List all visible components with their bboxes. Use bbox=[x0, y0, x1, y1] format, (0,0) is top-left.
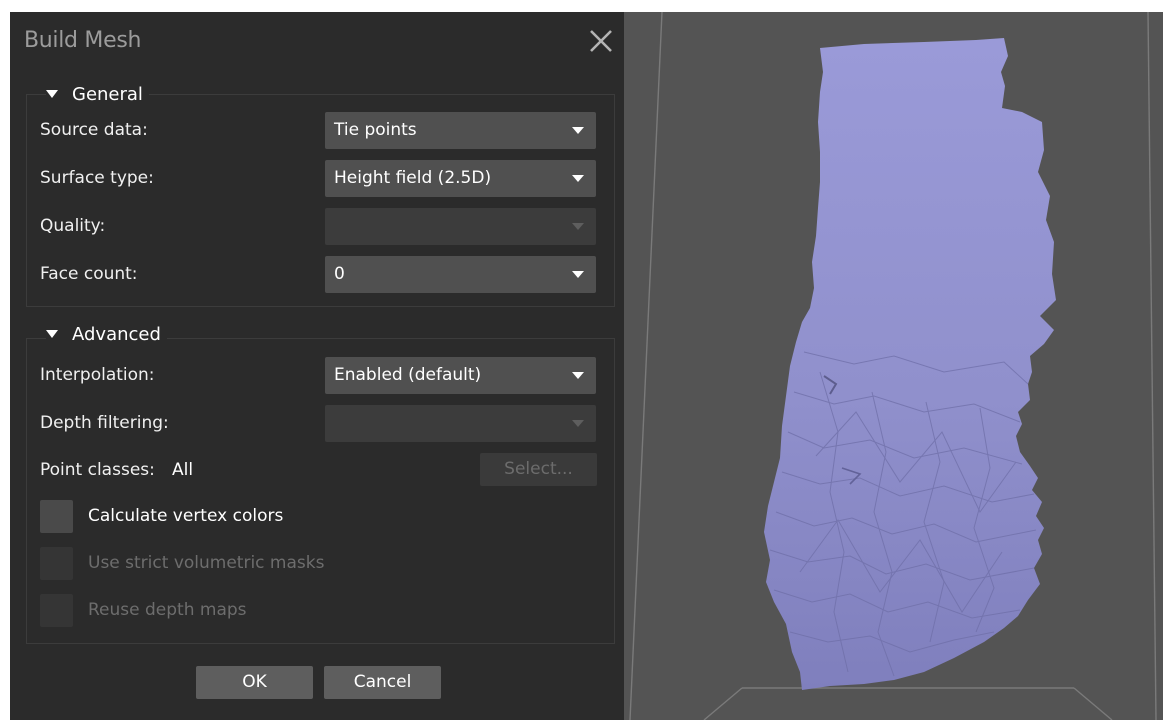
dropdown-arrow-icon bbox=[572, 271, 584, 278]
surface-type-select[interactable]: Height field (2.5D) bbox=[325, 160, 596, 197]
mesh-surface bbox=[764, 38, 1056, 690]
mesh-render bbox=[629, 12, 1157, 720]
advanced-group-title: Advanced bbox=[72, 323, 161, 345]
general-group-title: General bbox=[72, 83, 143, 105]
dropdown-arrow-icon bbox=[572, 175, 584, 182]
point-classes-label: Point classes: bbox=[40, 460, 155, 480]
interpolation-label: Interpolation: bbox=[40, 365, 155, 385]
strict-volumetric-masks-row: Use strict volumetric masks bbox=[40, 545, 324, 581]
face-count-label: Face count: bbox=[40, 264, 138, 284]
cancel-button[interactable]: Cancel bbox=[324, 666, 441, 699]
quality-label: Quality: bbox=[40, 216, 106, 236]
calculate-vertex-colors-label: Calculate vertex colors bbox=[88, 506, 284, 526]
point-classes-value: All bbox=[172, 460, 194, 480]
quality-select bbox=[325, 208, 596, 245]
expand-triangle-icon bbox=[46, 90, 58, 98]
general-group-toggle[interactable]: General bbox=[46, 82, 149, 106]
build-mesh-dialog: Build Mesh General Source data: Tie poin… bbox=[10, 12, 624, 720]
expand-triangle-icon bbox=[46, 330, 58, 338]
depth-filtering-label: Depth filtering: bbox=[40, 413, 169, 433]
calculate-vertex-colors-checkbox[interactable] bbox=[40, 499, 73, 533]
close-icon bbox=[590, 30, 612, 52]
dropdown-arrow-icon bbox=[572, 127, 584, 134]
model-viewport[interactable] bbox=[624, 12, 1163, 720]
dropdown-arrow-icon bbox=[572, 223, 584, 230]
point-classes-select-button: Select... bbox=[480, 453, 597, 486]
source-data-value: Tie points bbox=[334, 120, 417, 140]
dropdown-arrow-icon bbox=[572, 372, 584, 379]
dialog-title: Build Mesh bbox=[24, 28, 142, 53]
depth-filtering-select bbox=[325, 405, 596, 442]
interpolation-select[interactable]: Enabled (default) bbox=[325, 357, 596, 394]
surface-type-value: Height field (2.5D) bbox=[334, 168, 492, 188]
surface-type-label: Surface type: bbox=[40, 168, 154, 188]
strict-volumetric-masks-checkbox bbox=[40, 546, 73, 580]
title-bar[interactable]: Build Mesh bbox=[10, 12, 624, 70]
advanced-group-toggle[interactable]: Advanced bbox=[46, 322, 167, 346]
reuse-depth-maps-checkbox bbox=[40, 593, 73, 627]
interpolation-value: Enabled (default) bbox=[334, 365, 482, 385]
source-data-label: Source data: bbox=[40, 120, 148, 140]
ok-button[interactable]: OK bbox=[196, 666, 313, 699]
close-button[interactable] bbox=[588, 28, 614, 54]
reuse-depth-maps-label: Reuse depth maps bbox=[88, 600, 247, 620]
reuse-depth-maps-row: Reuse depth maps bbox=[40, 592, 247, 628]
strict-volumetric-masks-label: Use strict volumetric masks bbox=[88, 553, 325, 573]
face-count-value: 0 bbox=[334, 264, 345, 284]
dropdown-arrow-icon bbox=[572, 420, 584, 427]
calculate-vertex-colors-row[interactable]: Calculate vertex colors bbox=[40, 498, 283, 534]
source-data-select[interactable]: Tie points bbox=[325, 112, 596, 149]
face-count-select[interactable]: 0 bbox=[325, 256, 596, 293]
